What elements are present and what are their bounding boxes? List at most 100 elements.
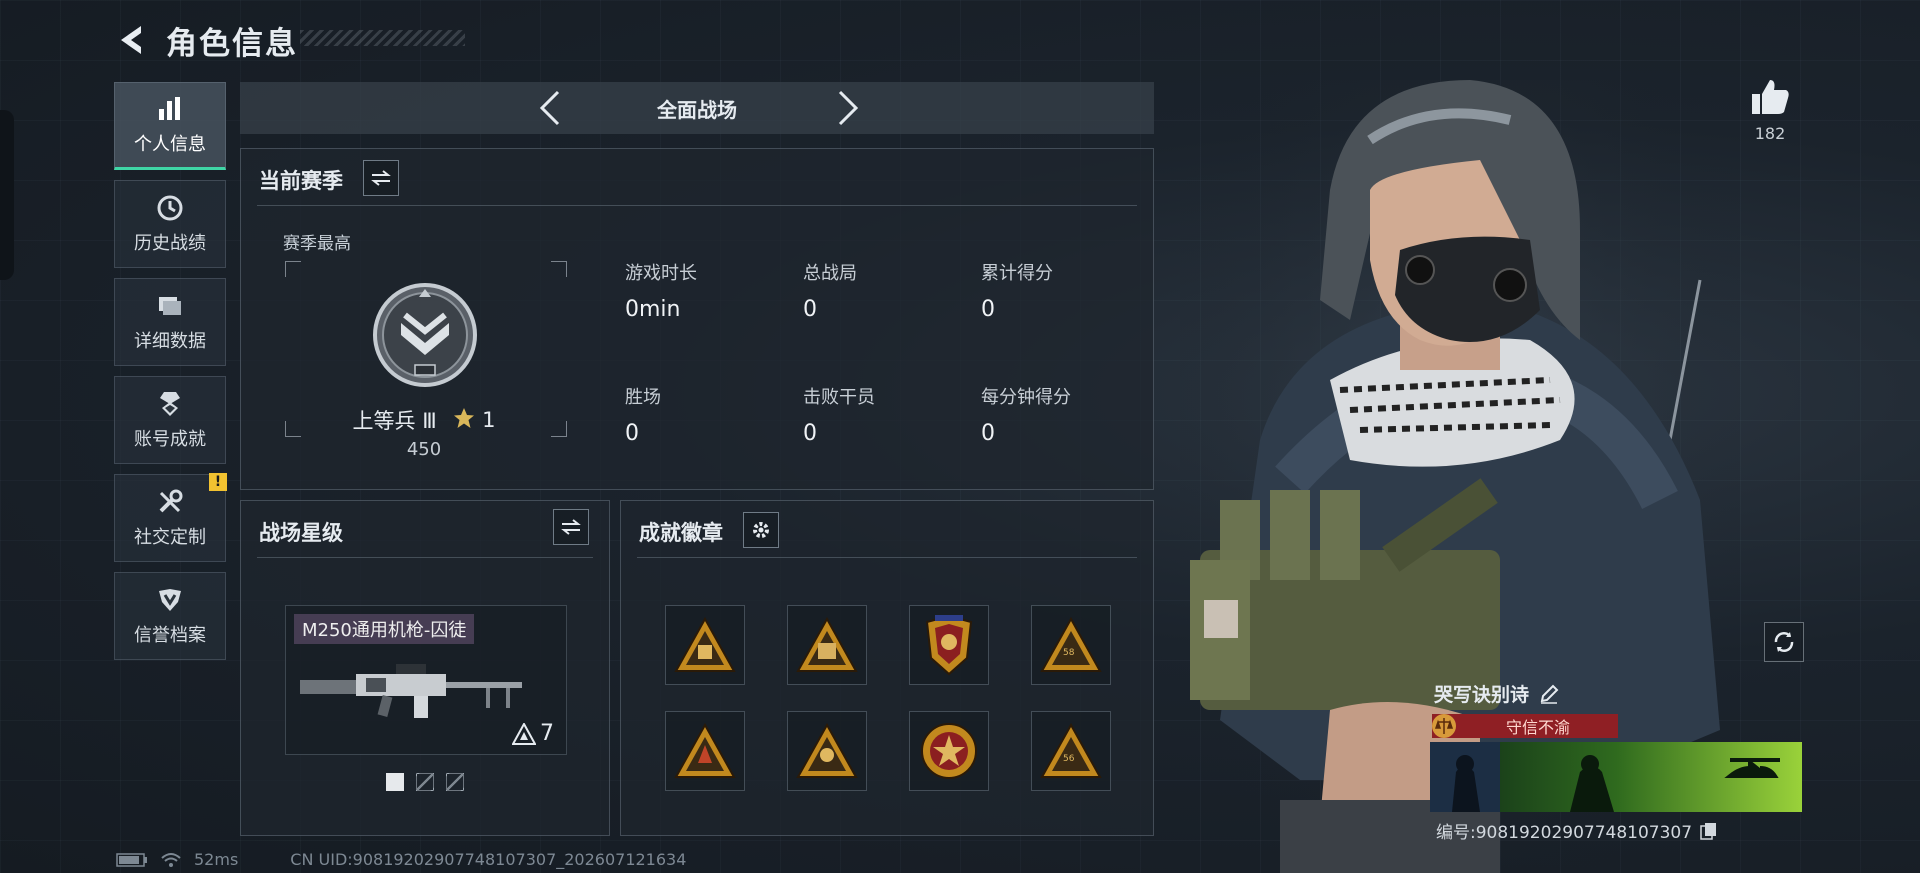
round-star-badge-icon [921,723,977,779]
sidebar-item-label: 社交定制 [134,527,206,548]
warning-badge: ! [209,473,227,491]
card-id-row: 编号:9081920290774810730​7 [1436,818,1718,843]
triangle-badge-icon [1040,723,1102,778]
achievement-badge[interactable]: 56 [1031,711,1111,791]
title-text: 守信不渝 [1505,718,1570,737]
mode-selector: 全面战场 [240,82,1154,134]
divider [637,557,1137,558]
history-clock-icon [155,193,185,223]
calling-card-image[interactable] [1430,742,1802,812]
stat-total-matches: 总战局 0 [803,263,857,322]
ping-text: 52ms [194,850,239,869]
battlefield-star-title: 战场星级 [259,521,343,545]
player-name-row: 哭写诀别诗 [1434,680,1559,707]
achievement-medal-icon [155,389,185,419]
sidebar-item-label: 详细数据 [134,331,206,352]
badge-number: 58 [1063,648,1075,658]
rank-stars: 1 [482,408,496,432]
rank-name: 上等兵 Ⅲ [352,409,437,433]
achievement-badge[interactable] [909,711,989,791]
status-footer: 52ms CN UID:9081920290774810730​7_202607… [116,850,686,869]
mode-title: 全面战场 [657,97,737,122]
badges-title: 成就徽章 [639,521,723,545]
divider [257,557,593,558]
level-triangle-icon [512,722,536,745]
sidebar-item-personal-info[interactable]: 个人信息 [114,82,226,170]
sidebar-item-history[interactable]: 历史战绩 [114,180,226,268]
shield-badge-icon [925,614,973,676]
triangle-badge-icon [674,723,736,778]
rank-emblem-icon [373,283,477,387]
scale-emblem-icon [1432,714,1456,738]
triangle-badge-icon [1040,617,1102,672]
season-panel: 当前赛季 赛季最高 上等兵 Ⅲ 1 450 游戏时长 0min 总战局 0 累计… [240,148,1154,490]
edit-pencil-icon[interactable] [1539,684,1559,704]
stat-operators-defeated: 击败干员 0 [803,387,875,446]
rank-points: 450 [406,439,442,460]
triangle-badge-icon [796,723,858,778]
pager-dot[interactable] [386,773,404,791]
achievement-badge[interactable] [909,605,989,685]
gear-icon[interactable] [743,512,779,548]
wifi-icon [161,852,181,867]
rank-star-icon [453,407,482,434]
sidebar-nav: 个人信息 历史战绩 详细数据 账号成就 ! 社交定制 信誉档案 [114,82,227,670]
sidebar-item-achievements[interactable]: 账号成就 [114,376,226,464]
weapon-card[interactable]: M250通用机枪-囚徒 7 [285,605,567,755]
prev-mode-chevron-icon[interactable] [532,90,568,126]
achievement-badge[interactable] [665,605,745,685]
achievement-badge[interactable] [787,605,867,685]
achievement-badge[interactable] [787,711,867,791]
folder-data-icon [155,291,185,321]
weapon-pager [241,773,609,791]
bar-chart-icon [155,94,185,124]
sidebar-item-label: 个人信息 [134,134,206,155]
pager-dot[interactable] [446,773,464,791]
stat-wins: 胜场 0 [625,387,661,446]
next-mode-chevron-icon[interactable] [830,90,866,126]
copy-icon[interactable] [1700,822,1718,840]
uid-text: CN UID:9081920290774810730​7_20260712163… [290,850,687,869]
title-banner: 守信不渝 [1432,714,1618,738]
sidebar-item-social-custom[interactable]: ! 社交定制 [114,473,227,562]
rank-name-row: 上等兵 Ⅲ 1 [283,405,565,435]
achievement-badge[interactable]: 58 [1031,605,1111,685]
machine-gun-icon [300,664,522,718]
stat-play-time: 游戏时长 0min [625,263,697,322]
swap-season-icon[interactable] [363,160,399,196]
weapon-level: 7 [512,721,554,746]
title-decoration [300,30,465,46]
sidebar-item-detail-data[interactable]: 详细数据 [114,278,226,366]
back-arrow-icon[interactable] [112,22,148,58]
swap-weapon-icon[interactable] [553,509,589,545]
sidebar-item-label: 信誉档案 [134,625,206,646]
wrench-tools-icon [155,487,185,517]
achievement-badge[interactable] [665,711,745,791]
like-button[interactable]: 182 [1744,78,1796,143]
badge-number: 56 [1063,754,1075,764]
battery-icon [116,852,147,867]
refresh-icon [1774,632,1794,652]
battlefield-star-panel: 战场星级 M250通用机枪-囚徒 7 [240,500,610,836]
thumbs-up-icon [1752,80,1789,114]
page-title: 角色信息 [166,25,298,62]
card-id: 编号:9081920290774810730​7 [1436,823,1693,843]
refresh-button[interactable] [1764,622,1804,662]
weapon-name: M250通用机枪-囚徒 [294,614,475,644]
reputation-shield-icon [155,585,185,615]
triangle-badge-icon [796,617,858,672]
achievement-badges-panel: 成就徽章 58 56 [620,500,1154,836]
sidebar-item-reputation[interactable]: 信誉档案 [114,572,226,660]
season-title: 当前赛季 [259,169,343,193]
stat-score-per-minute: 每分钟得分 0 [981,387,1071,446]
page-header: 角色信息 [112,18,298,62]
edge-drawer-handle[interactable] [0,110,14,280]
triangle-badge-icon [674,617,736,672]
pager-dot[interactable] [416,773,434,791]
player-name: 哭写诀别诗 [1434,684,1530,706]
sidebar-item-label: 账号成就 [134,429,206,450]
divider [257,205,1137,206]
sidebar-item-label: 历史战绩 [134,233,206,254]
stat-total-score: 累计得分 0 [981,263,1053,322]
like-count: 182 [1754,124,1786,143]
